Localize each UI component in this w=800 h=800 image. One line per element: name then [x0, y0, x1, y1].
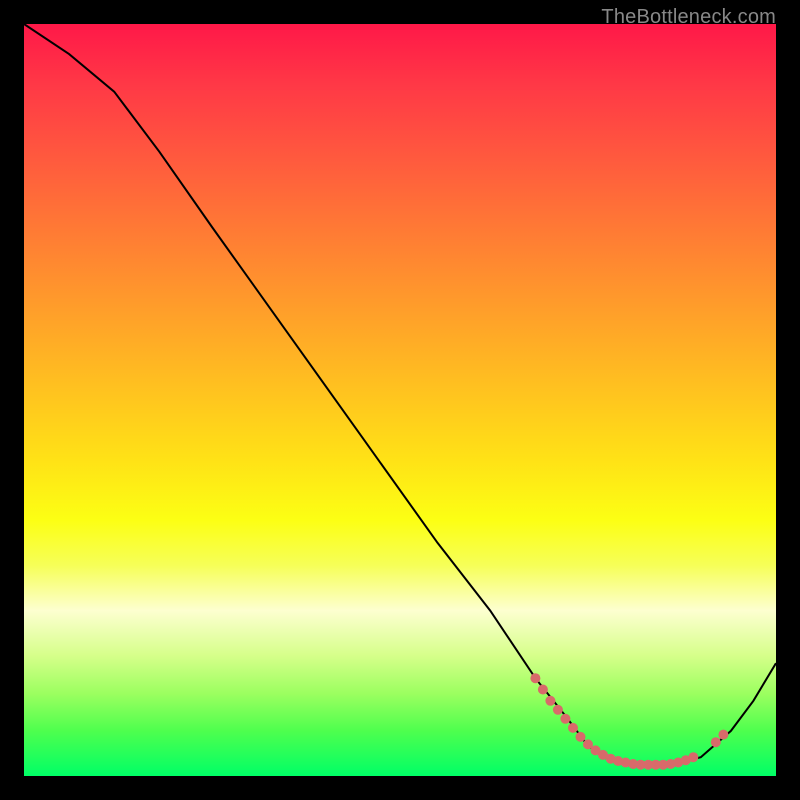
chart-svg	[24, 24, 776, 776]
curve-line	[24, 24, 776, 765]
data-point	[553, 705, 563, 715]
data-point	[688, 752, 698, 762]
data-point	[545, 696, 555, 706]
data-point	[711, 737, 721, 747]
data-point	[560, 714, 570, 724]
data-point	[538, 685, 548, 695]
data-point	[576, 732, 586, 742]
data-points	[530, 673, 728, 770]
chart-container: TheBottleneck.com	[0, 0, 800, 800]
data-point	[718, 730, 728, 740]
data-point	[568, 723, 578, 733]
plot-area	[24, 24, 776, 776]
data-point	[530, 673, 540, 683]
